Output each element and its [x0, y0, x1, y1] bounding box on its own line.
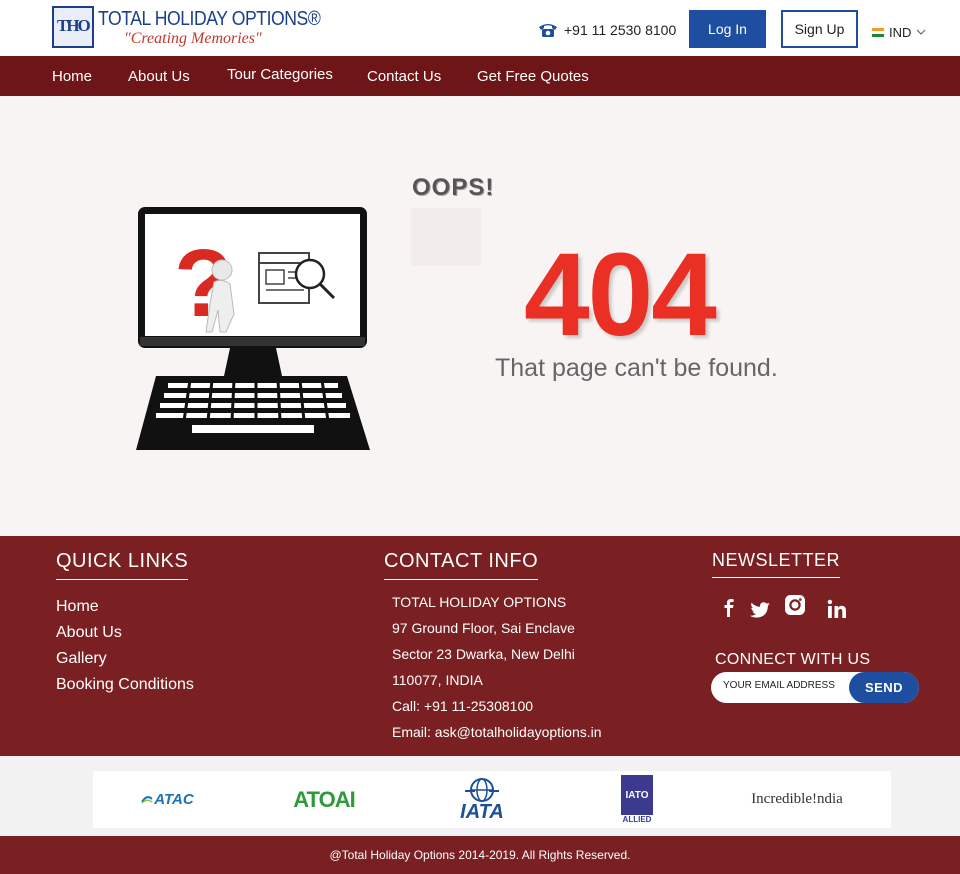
atac-logo: ATAC	[117, 771, 217, 828]
error-section: ? OOPS! 404 That page can't be found.	[0, 96, 960, 536]
logo-tagline: "Creating Memories"	[124, 30, 262, 47]
computer-illustration: ?	[136, 207, 370, 450]
contact-phone[interactable]: Call: +91 11-25308100	[392, 698, 533, 714]
footer-link-gallery[interactable]: Gallery	[56, 650, 107, 668]
chevron-down-icon	[916, 29, 926, 35]
nav-home[interactable]: Home	[52, 68, 92, 85]
contact-info-heading: CONTACT INFO	[384, 550, 539, 580]
iato-allied-logo: IATO ALLIED	[615, 771, 659, 828]
incredible-india-text: Incredible!ndia	[751, 791, 843, 807]
oops-text: OOPS!	[412, 174, 495, 201]
site-logo[interactable]: THO TOTAL HOLIDAY OPTIONS® "Creating Mem…	[52, 6, 321, 52]
quick-links-heading: QUICK LINKS	[56, 550, 189, 580]
iato-allied-text: ALLIED	[622, 815, 652, 824]
main-nav: Home About Us Tour Categories Contact Us…	[0, 56, 960, 96]
site-header: THO TOTAL HOLIDAY OPTIONS® "Creating Mem…	[0, 0, 960, 56]
atoai-logo: ATOAI	[279, 771, 369, 828]
logo-mark: THO	[52, 6, 94, 48]
nav-about-us[interactable]: About Us	[128, 68, 190, 85]
newsletter-send-button[interactable]: SEND	[849, 672, 919, 703]
twitter-icon[interactable]	[749, 599, 771, 621]
iata-globe-icon	[465, 777, 499, 802]
copyright-text: @Total Holiday Options 2014-2019. All Ri…	[329, 848, 631, 862]
footer-link-booking-conditions[interactable]: Booking Conditions	[56, 676, 194, 694]
copyright-bar: @Total Holiday Options 2014-2019. All Ri…	[0, 836, 960, 874]
nav-tour-categories[interactable]: Tour Categories	[227, 66, 333, 83]
newsletter-email-input[interactable]	[723, 680, 847, 691]
india-flag-icon	[872, 28, 884, 37]
nav-contact-us[interactable]: Contact Us	[367, 68, 441, 85]
error-message: That page can't be found.	[495, 354, 778, 382]
country-code: IND	[889, 25, 912, 40]
logo-mark-letters: THO	[57, 16, 91, 35]
newsletter-heading: NEWSLETTER	[712, 550, 841, 578]
contact-address-line-1: 97 Ground Floor, Sai Enclave	[392, 620, 575, 636]
error-code: 404	[524, 229, 717, 361]
nav-get-free-quotes[interactable]: Get Free Quotes	[477, 68, 589, 85]
phone-number: +91 11 2530 8100	[564, 22, 677, 38]
contact-company-name: TOTAL HOLIDAY OPTIONS	[392, 594, 567, 610]
linkedin-icon[interactable]	[826, 598, 848, 620]
logo-title: TOTAL HOLIDAY OPTIONS®	[98, 8, 321, 30]
atac-logo-text: ATAC	[154, 791, 194, 808]
oops-placeholder-box	[411, 208, 481, 266]
footer-link-about-us[interactable]: About Us	[56, 624, 122, 642]
atac-swirl-icon	[141, 795, 153, 804]
login-button[interactable]: Log In	[689, 10, 766, 48]
iata-logo-text: IATA	[460, 800, 504, 823]
country-selector[interactable]: IND	[872, 25, 926, 40]
contact-address-line-3: 110077, INDIA	[392, 672, 483, 688]
facebook-icon[interactable]	[718, 596, 740, 618]
connect-with-us-label: CONNECT WITH US	[715, 651, 871, 668]
telephone-icon	[539, 24, 557, 37]
contact-address-line-2: Sector 23 Dwarka, New Delhi	[392, 646, 575, 662]
partner-logos: ATAC ATOAI IATA IATO ALLIED Incredible!n…	[93, 771, 891, 828]
iato-badge: IATO	[621, 775, 653, 815]
iato-badge-text: IATO	[625, 789, 649, 801]
footer-link-home[interactable]: Home	[56, 598, 99, 616]
instagram-icon[interactable]	[784, 594, 806, 616]
header-phone[interactable]: +91 11 2530 8100	[538, 22, 676, 38]
incredible-india-logo: Incredible!ndia	[741, 771, 853, 828]
contact-email[interactable]: Email: ask@totalholidayoptions.in	[392, 724, 602, 740]
atoai-logo-text: ATOAI	[293, 786, 355, 812]
iata-logo: IATA	[439, 771, 525, 828]
site-footer: QUICK LINKS Home About Us Gallery Bookin…	[0, 536, 960, 756]
signup-button[interactable]: Sign Up	[781, 10, 858, 48]
